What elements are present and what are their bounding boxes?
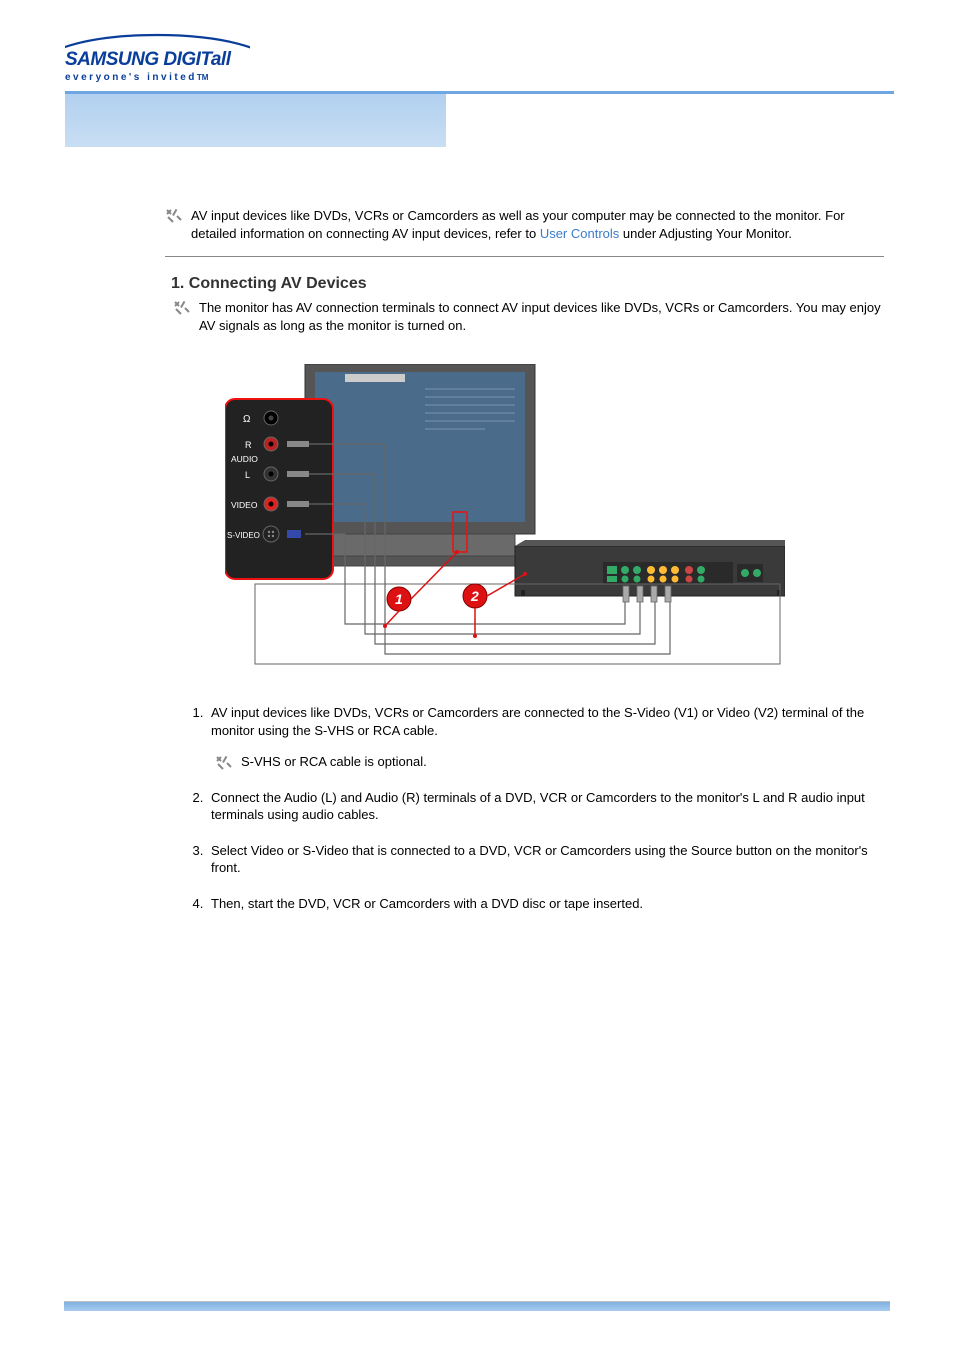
banner-left bbox=[65, 94, 446, 147]
logo-title: SAMSUNG DIGITall bbox=[65, 49, 250, 71]
header-banner bbox=[65, 91, 894, 147]
step-item: Connect the Audio (L) and Audio (R) term… bbox=[207, 789, 884, 824]
logo-tagline-text: everyone's invited bbox=[65, 72, 197, 83]
step-item: Then, start the DVD, VCR or Camcorders w… bbox=[207, 895, 884, 913]
trademark-symbol: TM bbox=[197, 73, 209, 82]
divider bbox=[165, 256, 884, 257]
connection-diagram: Ω R AUDIO L VIDEO bbox=[225, 364, 884, 674]
step-text: Connect the Audio (L) and Audio (R) term… bbox=[211, 790, 865, 823]
section-desc-block: The monitor has AV connection terminals … bbox=[173, 299, 884, 334]
step-item: AV input devices like DVDs, VCRs or Camc… bbox=[207, 704, 884, 771]
label-audio: AUDIO bbox=[231, 454, 258, 464]
intro-block: AV input devices like DVDs, VCRs or Camc… bbox=[165, 207, 884, 242]
callout-1: 1 bbox=[395, 591, 403, 607]
intro-post: under Adjusting Your Monitor. bbox=[619, 226, 792, 241]
section-desc: The monitor has AV connection terminals … bbox=[199, 299, 884, 334]
steps-list: AV input devices like DVDs, VCRs or Camc… bbox=[207, 704, 884, 912]
step-text: Select Video or S-Video that is connecte… bbox=[211, 843, 868, 876]
footer-bar bbox=[64, 1301, 890, 1311]
label-video: VIDEO bbox=[231, 500, 258, 510]
label-audio-l: L bbox=[245, 470, 250, 480]
intro-text: AV input devices like DVDs, VCRs or Camc… bbox=[191, 207, 884, 242]
user-controls-link[interactable]: User Controls bbox=[540, 226, 619, 241]
tools-icon bbox=[165, 208, 185, 224]
label-audio-r: R bbox=[245, 440, 252, 450]
brand-logo: SAMSUNG DIGITall everyone's invitedTM bbox=[65, 25, 250, 83]
step-text: AV input devices like DVDs, VCRs or Camc… bbox=[211, 705, 864, 738]
tools-icon bbox=[173, 300, 193, 316]
banner-right bbox=[446, 94, 894, 147]
step-text: Then, start the DVD, VCR or Camcorders w… bbox=[211, 896, 643, 911]
step-note: S-VHS or RCA cable is optional. bbox=[211, 753, 884, 771]
step-note-text: S-VHS or RCA cable is optional. bbox=[241, 753, 427, 771]
main-content: AV input devices like DVDs, VCRs or Camc… bbox=[165, 207, 884, 913]
callout-2: 2 bbox=[470, 588, 479, 604]
step-item: Select Video or S-Video that is connecte… bbox=[207, 842, 884, 877]
svg-text:Ω: Ω bbox=[243, 414, 251, 425]
section-title: 1. Connecting AV Devices bbox=[171, 275, 884, 293]
tools-icon bbox=[215, 755, 235, 771]
label-svideo: S-VIDEO bbox=[227, 531, 260, 540]
logo-tagline: everyone's invitedTM bbox=[65, 72, 250, 83]
